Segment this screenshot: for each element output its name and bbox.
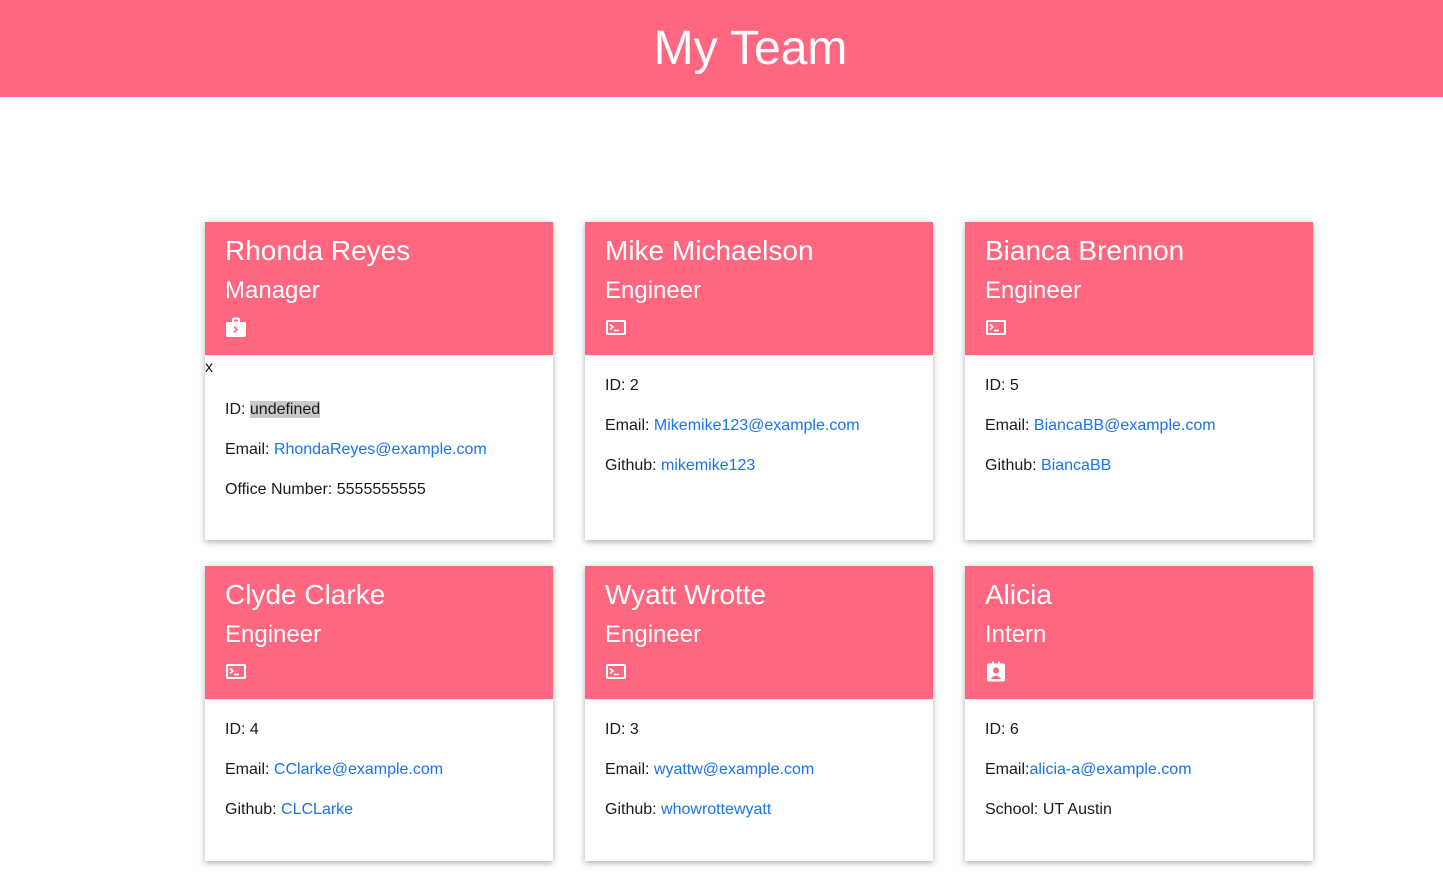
employee-id: ID: undefined [225, 401, 321, 418]
employee-role: Manager [225, 277, 320, 304]
briefcase-icon [225, 317, 247, 339]
employee-role: Engineer [225, 621, 322, 648]
id-value: undefined [249, 401, 321, 418]
employee-github: Github: whowrottewyatt [605, 801, 772, 818]
card-header: Alicia Intern [965, 566, 1313, 700]
employee-email: Email: CClarke@example.com [225, 761, 444, 778]
terminal-icon [605, 317, 627, 339]
team-card-intern: Alicia Intern ID: 6 Email:alicia-a@examp… [965, 566, 1313, 861]
github-link[interactable]: whowrottewyatt [661, 801, 771, 818]
employee-role: Engineer [605, 621, 702, 648]
card-header: Mike Michaelson Engineer [585, 222, 933, 356]
employee-id: ID: 2 [605, 377, 639, 394]
team-card-engineer: Wyatt Wrotte Engineer ID: 3 Email: wyatt… [585, 566, 933, 861]
employee-role: Intern [985, 621, 1047, 648]
card-body: ID: 4 Email: CClarke@example.com Github:… [205, 700, 553, 820]
card-body: ID: 6 Email:alicia-a@example.com School:… [965, 700, 1313, 820]
employee-name: Wyatt Wrotte [605, 579, 767, 610]
email-link[interactable]: wyattw@example.com [654, 761, 814, 778]
card-header: Rhonda Reyes Manager [205, 222, 553, 356]
card-header: Wyatt Wrotte Engineer [585, 566, 933, 700]
employee-role: Engineer [985, 277, 1082, 304]
terminal-icon [225, 661, 247, 683]
id-badge-icon [985, 661, 1007, 683]
employee-email: Email: BiancaBB@example.com [985, 417, 1216, 434]
employee-school: School: UT Austin [985, 801, 1112, 818]
employee-email: Email: wyattw@example.com [605, 761, 815, 778]
employee-email: Email: Mikemike123@example.com [605, 417, 860, 434]
employee-github: Github: mikemike123 [605, 457, 756, 474]
team-card-manager: Rhonda Reyes Manager x ID: undefined Ema… [205, 222, 553, 540]
employee-role: Engineer [605, 277, 702, 304]
card-body: x ID: undefined Email: RhondaReyes@examp… [205, 356, 553, 500]
terminal-icon [605, 661, 627, 683]
github-link[interactable]: BiancaBB [1041, 457, 1111, 474]
card-body: ID: 2 Email: Mikemike123@example.com Git… [585, 356, 933, 476]
employee-id: ID: 3 [605, 721, 639, 738]
card-body: ID: 5 Email: BiancaBB@example.com Github… [965, 356, 1313, 476]
email-link[interactable]: alicia-a@example.com [1029, 761, 1191, 778]
card-header: Bianca Brennon Engineer [965, 222, 1313, 356]
team-card-engineer: Bianca Brennon Engineer ID: 5 Email: Bia… [965, 222, 1313, 540]
employee-github: Github: CLCLarke [225, 801, 354, 818]
office-number: Office Number: 5555555555 [225, 481, 426, 498]
employee-name: Alicia [985, 579, 1052, 610]
page-title: My Team [653, 22, 848, 75]
employee-name: Mike Michaelson [605, 235, 814, 266]
employee-id: ID: 4 [225, 721, 259, 738]
employee-id: ID: 5 [985, 377, 1019, 394]
team-card-engineer: Mike Michaelson Engineer ID: 2 Email: Mi… [585, 222, 933, 540]
stray-text: x [205, 359, 213, 376]
employee-email: Email: RhondaReyes@example.com [225, 441, 487, 458]
employee-github: Github: BiancaBB [985, 457, 1112, 474]
team-card-engineer: Clyde Clarke Engineer ID: 4 Email: CClar… [205, 566, 553, 861]
employee-name: Clyde Clarke [225, 579, 386, 610]
employee-email: Email:alicia-a@example.com [985, 761, 1192, 778]
card-header: Clyde Clarke Engineer [205, 566, 553, 700]
employee-id: ID: 6 [985, 721, 1019, 738]
terminal-icon [985, 317, 1007, 339]
card-body: ID: 3 Email: wyattw@example.com Github: … [585, 700, 933, 820]
page-header: My Team [0, 0, 1443, 97]
email-link[interactable]: CClarke@example.com [274, 761, 443, 778]
email-link[interactable]: BiancaBB@example.com [1034, 417, 1216, 434]
github-link[interactable]: CLCLarke [281, 801, 353, 818]
employee-name: Bianca Brennon [985, 235, 1185, 266]
email-link[interactable]: RhondaReyes@example.com [274, 441, 487, 458]
employee-name: Rhonda Reyes [225, 235, 411, 266]
email-link[interactable]: Mikemike123@example.com [654, 417, 860, 434]
github-link[interactable]: mikemike123 [661, 457, 755, 474]
